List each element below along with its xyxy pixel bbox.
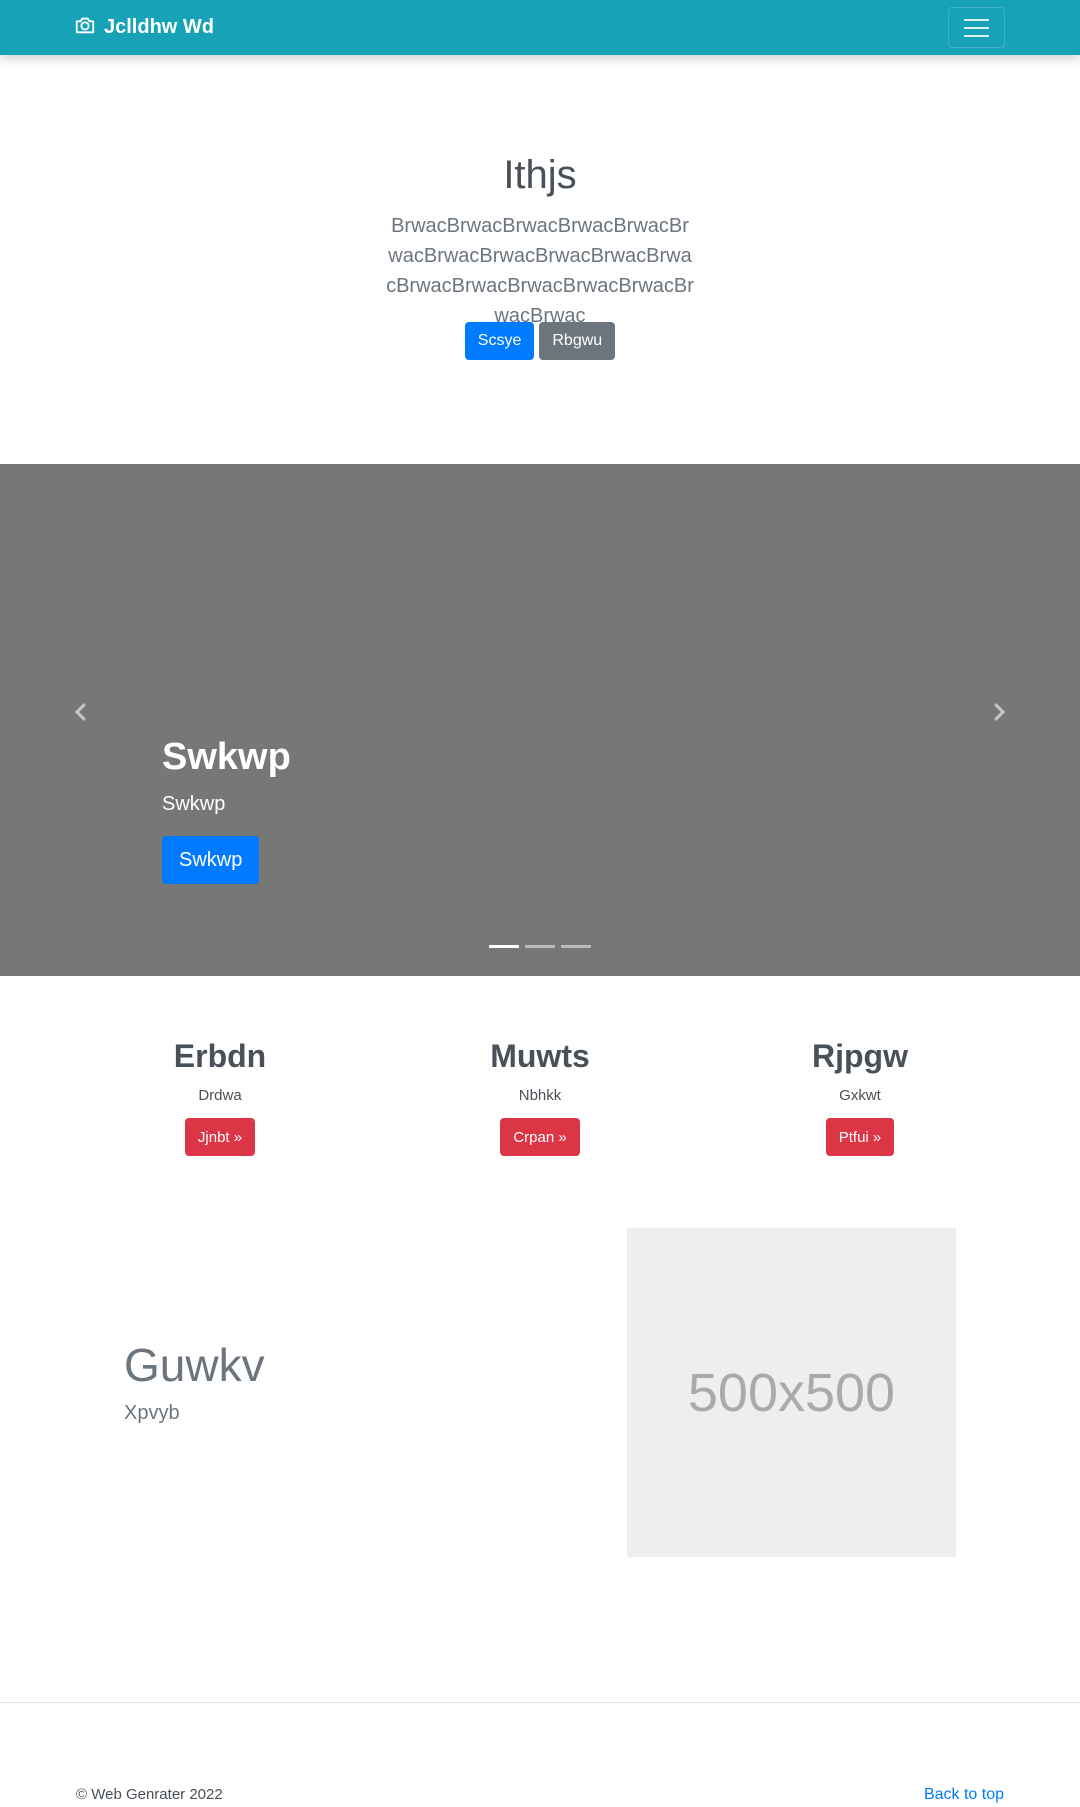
carousel-indicators xyxy=(0,945,1080,948)
footer-copyright: © Web Genrater 2022 xyxy=(76,1786,223,1803)
hamburger-line xyxy=(964,26,989,29)
carousel-prev-button[interactable] xyxy=(61,694,101,734)
carousel-caption: Swkwp Swkwp Swkwp xyxy=(162,736,291,884)
hamburger-line xyxy=(964,34,989,37)
column-title: Rjpgw xyxy=(812,1038,908,1074)
placeholder-label: 500x500 xyxy=(687,1362,896,1423)
footer-divider xyxy=(0,1702,1080,1703)
column-3: Rjpgw Gxkwt Ptfui » xyxy=(710,1038,1010,1156)
column-button[interactable]: Ptfui » xyxy=(825,1118,895,1156)
column-text: Gxkwt xyxy=(839,1087,881,1104)
jumbotron-buttons: Scsye Rbgwu xyxy=(0,322,1080,360)
back-to-top-link[interactable]: Back to top xyxy=(924,1786,1004,1804)
chevron-right-icon xyxy=(992,702,1006,727)
carousel-button[interactable]: Swkwp xyxy=(162,836,260,884)
carousel-indicator-2[interactable] xyxy=(525,945,555,948)
carousel-indicator-1[interactable] xyxy=(489,945,519,948)
column-title: Muwts xyxy=(490,1038,590,1074)
carousel: Swkwp Swkwp Swkwp xyxy=(0,464,1080,976)
navbar: Jclldhw Wd xyxy=(0,0,1080,55)
feature-heading: Guwkv xyxy=(124,1339,265,1391)
carousel-indicator-3[interactable] xyxy=(561,945,591,948)
navbar-toggler-button[interactable] xyxy=(948,7,1005,48)
jumbotron-title: Ithjs xyxy=(503,153,577,197)
column-text: Nbhkk xyxy=(518,1087,562,1104)
column-button[interactable]: Crpan » xyxy=(500,1118,580,1156)
primary-button[interactable]: Scsye xyxy=(464,322,535,360)
feature-subtext: Xpvyb xyxy=(124,1402,180,1424)
camera-icon xyxy=(74,14,96,42)
jumbotron: Ithjs BrwacBrwacBrwacBrwacBrwacBrwacBrwa… xyxy=(0,55,1080,464)
jumbotron-lead: BrwacBrwacBrwacBrwacBrwacBrwacBrwacBrwac… xyxy=(386,215,694,327)
carousel-text: Swkwp xyxy=(162,793,226,815)
navbar-brand[interactable]: Jclldhw Wd xyxy=(74,0,214,55)
column-button[interactable]: Jjnbt » xyxy=(184,1118,256,1156)
secondary-button[interactable]: Rbgwu xyxy=(539,322,616,360)
carousel-heading: Swkwp xyxy=(162,736,291,778)
brand-text: Jclldhw Wd xyxy=(104,16,214,38)
hamburger-menu-icon xyxy=(964,18,989,21)
column-2: Muwts Nbhkk Crpan » xyxy=(390,1038,690,1156)
column-text: Drdwa xyxy=(198,1087,242,1104)
feature-image-placeholder: 500x500 xyxy=(627,1228,956,1557)
chevron-left-icon xyxy=(74,702,88,727)
carousel-next-button[interactable] xyxy=(979,694,1019,734)
column-title: Erbdn xyxy=(173,1038,267,1074)
column-1: Erbdn Drdwa Jjnbt » xyxy=(70,1038,370,1156)
